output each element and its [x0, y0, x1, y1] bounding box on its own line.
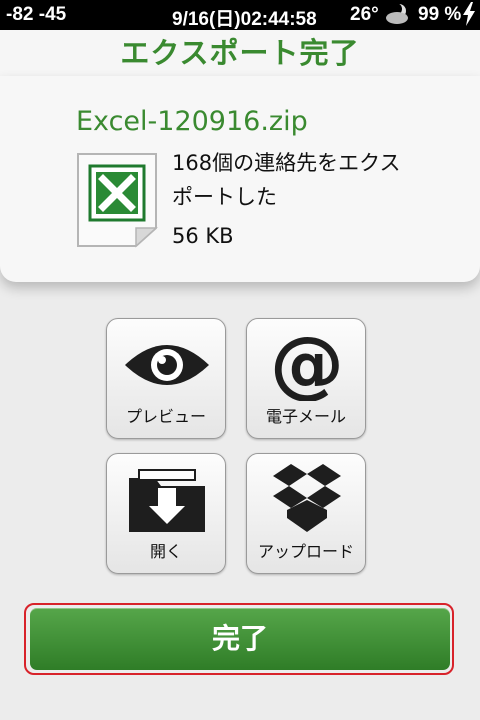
page-title: エクスポート完了 [0, 30, 480, 76]
svg-text:@: @ [270, 325, 344, 401]
eye-icon [125, 345, 209, 385]
temperature: 26° [350, 4, 379, 25]
battery-level: 99 % [418, 4, 462, 25]
status-time: 9/16(日)02:44:58 [172, 9, 317, 30]
status-bar: -82 -45 9/16(日)02:44:58 26° 99 % [0, 0, 480, 30]
preview-button[interactable]: プレビュー [106, 318, 226, 439]
upload-label: アップロード [257, 542, 354, 561]
cloudy-moon-icon [384, 3, 410, 31]
excel-file-icon [76, 152, 158, 248]
export-info-card: Excel-120916.zip 168個の連絡先をエクスポートした 56 KB [0, 76, 480, 282]
email-button[interactable]: @ 電子メール [246, 318, 366, 439]
folder-download-icon [129, 469, 205, 532]
done-button[interactable]: 完了 [30, 608, 450, 670]
signal-strength: -82 -45 [6, 4, 67, 25]
open-label: 開く [149, 542, 182, 561]
file-size: 56 KB [172, 224, 234, 248]
file-name: Excel-120916.zip [76, 106, 308, 137]
dropbox-icon [273, 464, 341, 532]
open-button[interactable]: 開く [106, 453, 226, 574]
upload-button[interactable]: アップロード [246, 453, 366, 574]
bolt-icon [462, 2, 476, 32]
export-message: 168個の連絡先をエクスポートした [172, 151, 401, 209]
email-label: 電子メール [265, 407, 346, 426]
preview-label: プレビュー [125, 407, 206, 426]
at-sign-icon: @ [270, 325, 344, 401]
